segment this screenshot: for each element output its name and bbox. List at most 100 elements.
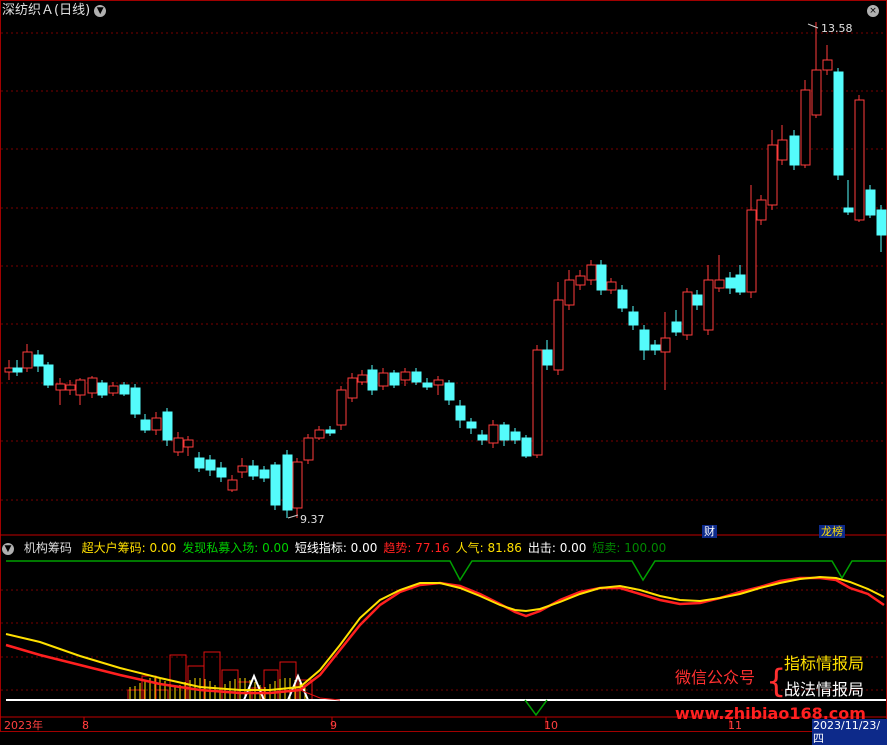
- indicator-item-1: 发现私募入场: 0.00: [182, 541, 289, 555]
- indicator-bar: ▼ 机构筹码 超大户筹码: 0.00 发现私募入场: 0.00 短线指标: 0.00…: [2, 541, 678, 555]
- chevron-down-icon[interactable]: ▼: [94, 4, 107, 17]
- indicator-item-5: 出击: 0.00: [527, 541, 587, 555]
- frame: [0, 0, 887, 732]
- candle-body: [703, 279, 714, 331]
- indicator-item-0: 超大户筹码: 0.00: [81, 541, 177, 555]
- candle-body: [87, 377, 98, 394]
- candle-body: [12, 367, 23, 373]
- candle-body: [553, 299, 564, 371]
- candle-body: [777, 139, 788, 161]
- x-label-sep: 9: [330, 719, 337, 732]
- candle-body: [725, 277, 736, 289]
- candle-body: [746, 209, 757, 293]
- candle-body: [735, 274, 746, 293]
- candle-body: [400, 371, 411, 381]
- candle-body: [767, 144, 778, 206]
- indicator-name: 机构筹码: [23, 541, 72, 555]
- candle-body: [575, 275, 586, 286]
- finance-tag[interactable]: 财: [702, 525, 717, 538]
- candle-body: [259, 469, 270, 479]
- candle-body: [542, 349, 553, 366]
- candle-body: [237, 465, 248, 473]
- candle-body: [357, 374, 368, 383]
- candle-body: [411, 371, 422, 383]
- candle-body: [130, 387, 141, 415]
- candle-body: [510, 431, 521, 441]
- candle-body: [303, 437, 314, 461]
- candle-body: [282, 454, 293, 511]
- candle-body: [521, 437, 532, 457]
- indicator-item-4: 人气: 81.86: [455, 541, 522, 555]
- candle-body: [378, 372, 389, 387]
- candle-body: [488, 424, 499, 444]
- candle-body: [119, 384, 130, 395]
- candle-body: [444, 382, 455, 401]
- candle-body: [606, 281, 617, 291]
- short-sell-dip: [524, 699, 548, 717]
- candle-body: [151, 417, 162, 431]
- volume-block: [155, 689, 169, 701]
- volume-block: [279, 661, 297, 701]
- candle-body: [756, 199, 767, 221]
- candle-body: [173, 437, 184, 453]
- candle-body: [314, 429, 325, 439]
- candle-body: [639, 329, 650, 351]
- candle-body: [843, 207, 854, 213]
- candle-body: [422, 382, 433, 388]
- candle-body: [65, 384, 76, 391]
- candle-body: [800, 89, 811, 166]
- candle-body: [227, 479, 238, 491]
- candle-body: [347, 377, 358, 399]
- candle-body: [477, 434, 488, 441]
- candle-body: [628, 311, 639, 326]
- x-label-aug: 8: [82, 719, 89, 732]
- candle-body: [671, 321, 682, 333]
- candle-body: [292, 461, 303, 509]
- candle-body: [499, 424, 510, 441]
- volume-block: [169, 654, 187, 701]
- volume-block: [263, 669, 279, 701]
- candle-body: [876, 209, 887, 236]
- candle-body: [22, 351, 33, 369]
- candle-body: [216, 467, 227, 478]
- candle-body: [433, 379, 444, 386]
- watermark-line3: 战法情报局: [784, 680, 865, 699]
- indicator-item-6: 短卖: 100.00: [592, 541, 667, 555]
- candle-body: [389, 372, 400, 386]
- x-label-nov: 11: [728, 719, 742, 732]
- watermark-wechat: 微信公众号: [675, 668, 756, 687]
- low-price-label: 9.37: [300, 513, 325, 526]
- x-label-year: 2023年: [4, 719, 43, 732]
- candle-body: [325, 429, 336, 434]
- candle-body: [596, 264, 607, 291]
- candle-body: [564, 279, 575, 306]
- dragon-tiger-tag[interactable]: 龙榜: [819, 525, 845, 538]
- candle-body: [108, 385, 119, 394]
- short-sell-line: [6, 560, 886, 582]
- candle-body: [162, 411, 173, 441]
- candle-body: [617, 289, 628, 309]
- candle-body: [532, 349, 543, 456]
- indicator-item-2: 短线指标: 0.00: [294, 541, 378, 555]
- candle-body: [854, 99, 865, 221]
- candle-body: [33, 354, 44, 367]
- cursor-date: 2023/11/23/四: [812, 719, 887, 745]
- candle-body: [43, 364, 54, 386]
- candle-body: [692, 294, 703, 306]
- candle-body: [183, 439, 194, 448]
- candle-body: [833, 71, 844, 176]
- candle-body: [140, 419, 151, 431]
- main-title-text: 深纺织Ａ(日线): [2, 3, 91, 18]
- candle-body: [586, 264, 597, 281]
- candle-body: [55, 383, 66, 391]
- indicator-menu-icon[interactable]: ▼: [2, 542, 14, 555]
- candle-body: [336, 389, 347, 426]
- chart-canvas[interactable]: 13.58 9.37: [0, 0, 887, 732]
- candle-body: [367, 369, 378, 391]
- watermark-line2: 指标情报局: [784, 654, 865, 673]
- candle-body: [789, 135, 800, 166]
- candle-body: [97, 382, 108, 396]
- close-circle-icon[interactable]: ×: [867, 5, 879, 17]
- candle-body: [650, 344, 661, 351]
- candle-body: [194, 457, 205, 469]
